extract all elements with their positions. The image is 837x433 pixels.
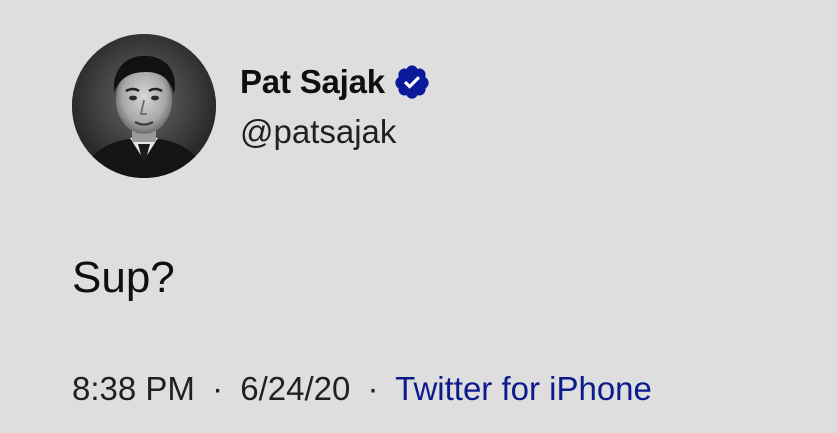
tweet-meta: 8:38 PM · 6/24/20 · Twitter for iPhone (72, 368, 652, 410)
meta-separator: · (367, 370, 379, 407)
verified-badge-icon (393, 63, 431, 101)
tweet-card: Pat Sajak @patsajak Sup? 8:38 PM · 6/24/… (0, 0, 837, 433)
tweet-source-link[interactable]: Twitter for iPhone (395, 370, 652, 407)
author-name-row: Pat Sajak (240, 62, 431, 102)
tweet-text: Sup? (72, 253, 175, 302)
author-display-name[interactable]: Pat Sajak (240, 62, 385, 102)
tweet-time[interactable]: 8:38 PM (72, 370, 195, 407)
author-handle[interactable]: @patsajak (240, 112, 396, 152)
profile-photo (72, 34, 216, 178)
meta-separator: · (212, 370, 224, 407)
avatar[interactable] (72, 34, 216, 178)
tweet-date[interactable]: 6/24/20 (240, 370, 350, 407)
